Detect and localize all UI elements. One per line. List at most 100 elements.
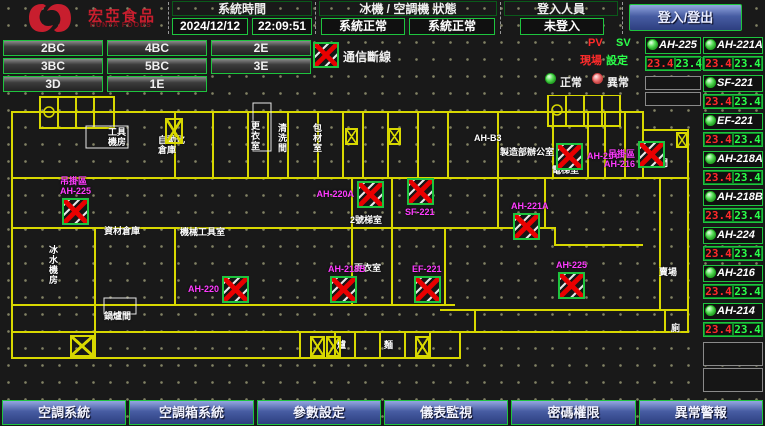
floor-button-3e[interactable]: 3E — [211, 58, 311, 74]
unit-sv-value: 23.4 — [733, 247, 762, 260]
unit-sv-value: 23.4 — [675, 57, 704, 70]
normal-led-icon — [545, 73, 556, 84]
equipment-label-ah-218b: AH-218B — [328, 264, 366, 274]
unit-name-label: SF-221 — [717, 77, 753, 89]
floor-button-5bc[interactable]: 5BC — [107, 58, 207, 74]
equipment-comm-loss-icon-ah-220[interactable] — [222, 276, 249, 303]
sv-sub-label: 設定 — [606, 52, 628, 68]
unit-status-led-icon — [705, 115, 716, 126]
unit-pv-value: 23.4 — [704, 209, 733, 222]
unit-status-led-icon — [705, 153, 716, 164]
unit-ah-225[interactable]: AH-225 — [645, 37, 701, 54]
nav-button-密碼權限[interactable]: 密碼權限 — [511, 400, 635, 425]
unit-sv-value: 23.4 — [733, 133, 762, 146]
room-label: 冰水機房 — [48, 245, 58, 285]
floor-button-group: 2BC4BC2E 3BC5BC3E 3D1E — [3, 40, 313, 94]
chiller-status: 系統正常 — [321, 18, 405, 35]
floor-button-4bc[interactable]: 4BC — [107, 40, 207, 56]
hmi-screen: 宏亞食品 HUNYA FOODS 系統時間 2024/12/12 22:09:5… — [0, 0, 765, 426]
nav-button-空調箱系統[interactable]: 空調箱系統 — [129, 400, 253, 425]
unit-pv-value: 23.4 — [704, 247, 733, 260]
abnormal-legend-label: 異常 — [607, 74, 629, 90]
top-bar: 宏亞食品 HUNYA FOODS 系統時間 2024/12/12 22:09:5… — [0, 0, 765, 36]
brand-name-en: HUNYA FOODS — [90, 22, 152, 29]
unit-ef-221[interactable]: EF-221 — [703, 113, 763, 130]
door-shaft-icon — [388, 128, 401, 145]
room-label: AH-B3 — [474, 133, 502, 143]
unit-values-ah-218a: 23.423.4 — [703, 170, 763, 185]
floor-button-3bc[interactable]: 3BC — [3, 58, 103, 74]
unit-name-label: AH-218A — [717, 153, 763, 165]
unit-name-label: AH-216 — [717, 267, 755, 279]
floor-plan: 工具 機房自動化 倉庫更衣室清洗間包材室AH-B3製造部辦公室電梯室水塔間資材倉… — [0, 95, 690, 398]
unit-ah-218a[interactable]: AH-218A — [703, 151, 763, 168]
equipment-comm-loss-icon-ah-214[interactable] — [556, 143, 583, 170]
unit-values-ah-224: 23.423.4 — [703, 246, 763, 261]
unit-status-led-icon — [705, 39, 716, 50]
equipment-comm-loss-icon-ah-218b[interactable] — [330, 276, 357, 303]
divider — [622, 2, 623, 34]
unit-ah-221a[interactable]: AH-221A — [703, 37, 763, 54]
unit-name-label: AH-221A — [717, 39, 763, 51]
bottom-nav: 空調系統空調箱系統參數設定儀表監視密碼權限異常警報 — [0, 399, 765, 426]
equipment-comm-loss-icon-ef-221[interactable] — [414, 276, 441, 303]
comm-loss-legend-icon — [313, 42, 339, 68]
unit-sf-221[interactable]: SF-221 — [703, 75, 763, 92]
login-logout-button[interactable]: 登入/登出 — [629, 4, 742, 31]
divider — [168, 2, 169, 34]
unit-name-label: AH-218B — [717, 191, 763, 203]
unit-values-sf-221: 23.423.4 — [703, 94, 763, 109]
door-shaft-icon — [415, 336, 430, 357]
unit-sv-value: 23.4 — [733, 285, 762, 298]
nav-button-參數設定[interactable]: 參數設定 — [257, 400, 381, 425]
room-label: 包材室 — [312, 123, 322, 153]
unit-name-label: AH-225 — [659, 39, 697, 51]
equipment-label-ah-216: 吊掛區 AH-216 — [604, 149, 635, 169]
equipment-comm-loss-icon-sf-221[interactable] — [407, 178, 434, 205]
unit-sv-value: 23.4 — [733, 95, 762, 108]
room-label: 清洗間 — [277, 123, 287, 153]
room-label: 工具 機房 — [108, 127, 126, 147]
unit-values-ah-225: 23.423.4 — [645, 56, 701, 71]
divider — [315, 2, 316, 34]
unit-status-led-icon — [705, 267, 716, 278]
unit-ah-218b[interactable]: AH-218B — [703, 189, 763, 206]
floor-button-2bc[interactable]: 2BC — [3, 40, 103, 56]
equipment-comm-loss-icon-ah-221a[interactable] — [513, 213, 540, 240]
door-shaft-icon — [310, 336, 325, 357]
unit-ah-224[interactable]: AH-224 — [703, 227, 763, 244]
unit-ah-216[interactable]: AH-216 — [703, 265, 763, 282]
floor-button-1e[interactable]: 1E — [107, 76, 207, 92]
floor-button-3d[interactable]: 3D — [3, 76, 103, 92]
room-label: 資材倉庫 — [104, 226, 140, 236]
system-date-value: 2024/12/12 — [172, 18, 248, 35]
room-label: 製造部辦公室 — [500, 147, 554, 157]
ahu-status: 系統正常 — [409, 18, 495, 35]
floor-button-2e[interactable]: 2E — [211, 40, 311, 56]
door-shaft-icon — [70, 335, 94, 357]
equipment-label-ef-221: EF-221 — [412, 264, 442, 274]
login-user-label: 登入人員 — [504, 1, 618, 16]
unit-pv-value: 23.4 — [704, 133, 733, 146]
unit-pv-value: 23.4 — [704, 57, 733, 70]
equipment-comm-loss-icon-ah-225[interactable] — [62, 198, 89, 225]
nav-button-儀表監視[interactable]: 儀表監視 — [384, 400, 508, 425]
sv-legend-label: SV — [616, 37, 631, 49]
unit-sv-value: 23.4 — [733, 57, 762, 70]
unit-values-ah-214: 23.423.4 — [703, 322, 763, 337]
comm-loss-legend-label: 通信斷線 — [343, 48, 391, 65]
unit-sv-value: 23.4 — [733, 323, 762, 336]
normal-legend-label: 正常 — [560, 74, 582, 90]
equipment-label-sf-221: SF-221 — [405, 207, 435, 217]
abnormal-led-icon — [592, 73, 603, 84]
unit-name-label: AH-224 — [717, 229, 755, 241]
nav-button-空調系統[interactable]: 空調系統 — [2, 400, 126, 425]
equipment-comm-loss-icon-ah-220a[interactable] — [357, 181, 384, 208]
unit-sv-value: 23.4 — [733, 209, 762, 222]
unit-ah-214[interactable]: AH-214 — [703, 303, 763, 320]
machine-status-label: 冰機 / 空調機 狀態 — [319, 1, 497, 16]
nav-button-異常警報[interactable]: 異常警報 — [639, 400, 763, 425]
equipment-comm-loss-icon-ah-225[interactable] — [558, 272, 585, 299]
room-label: 機械工具室 — [180, 227, 225, 237]
system-time-label: 系統時間 — [172, 1, 312, 16]
